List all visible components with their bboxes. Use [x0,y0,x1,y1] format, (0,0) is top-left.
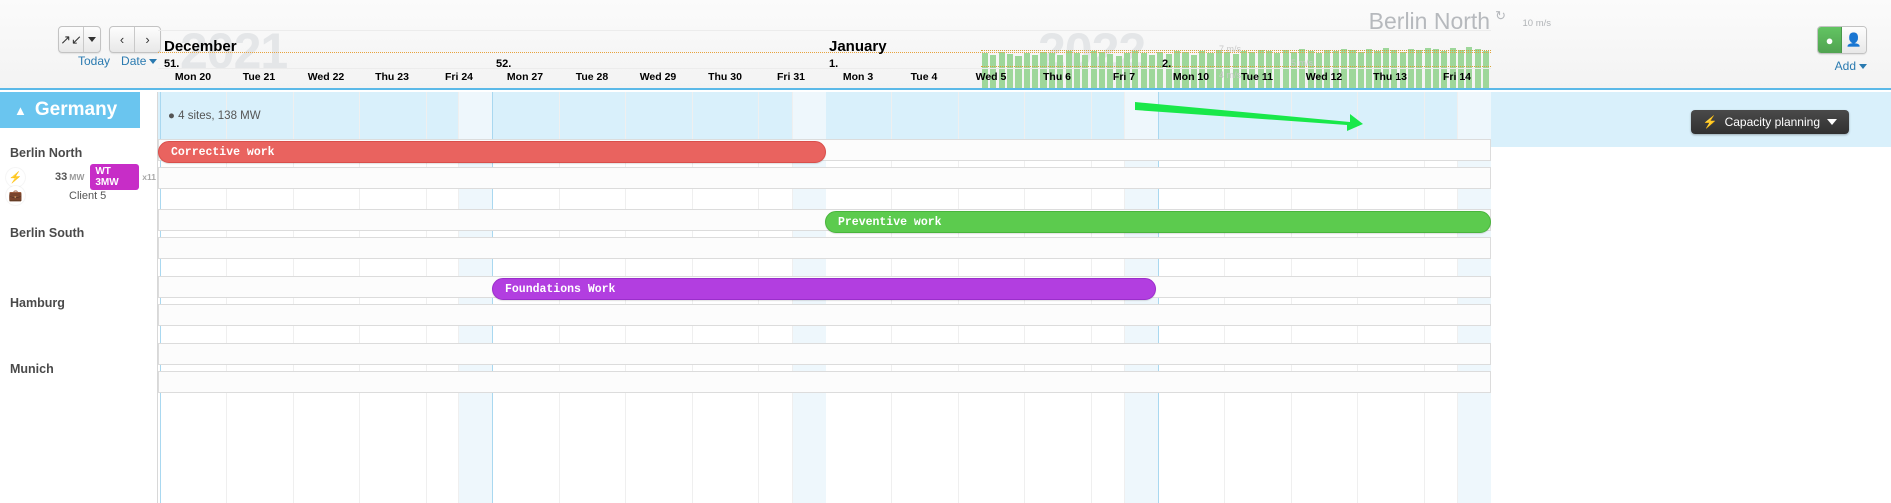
task-bar[interactable]: Corrective work [158,141,826,163]
task-lane[interactable] [158,371,1491,393]
page-title: Berlin North↻ [1369,8,1506,35]
site-name: Berlin South [10,226,84,240]
day-label: Thu 23 [359,71,425,83]
header-rule-2 [158,68,1491,69]
site-power-value: 33 [55,171,67,183]
wind-gridline-5 [981,66,1491,67]
day-label: Wed 5 [958,71,1024,83]
map-pin-icon: ● [168,110,175,122]
wind-scale-max-label: 10 m/s [1522,18,1551,29]
add-dropdown[interactable]: Add [1835,59,1867,73]
day-label: Tue 21 [226,71,292,83]
day-label: Thu 30 [692,71,758,83]
caret-down-icon [1827,119,1837,125]
day-label: Mon 27 [492,71,558,83]
country-header[interactable]: ▲ Germany [0,92,140,128]
day-label: Fri 24 [426,71,492,83]
navigation-button-group: ↗↙ ‹ › [58,26,161,53]
sidebar: ▲ Germany Berlin North⚡33MWWT 3MWx11💼Cli… [0,92,158,503]
home-icon: ▲ [14,103,27,118]
header-rule [158,30,1491,31]
wind-label-5: 5 m/s [1291,58,1313,68]
prev-next-group[interactable]: ‹ › [109,26,161,53]
person-icon[interactable]: 👤 [1842,27,1866,53]
day-label: Fri 31 [758,71,824,83]
wind-label-4: 4 m/s [1219,70,1241,80]
header-rule-dotted [158,52,1491,53]
month-label: January [829,38,887,55]
site-name: Berlin North [10,146,82,160]
zoom-fit-group[interactable]: ↗↙ [58,26,101,53]
today-button[interactable]: Today [78,54,110,68]
expand-arrows-icon[interactable]: ↗↙ [59,27,84,52]
country-name: Germany [35,99,117,121]
next-button[interactable]: › [135,27,160,52]
expand-caret-button[interactable] [84,27,100,52]
month-label: December [164,38,237,55]
day-label: Tue 28 [559,71,625,83]
day-label: Thu 6 [1024,71,1090,83]
task-lane[interactable] [158,237,1491,259]
task-bar[interactable]: Preventive work [825,211,1491,233]
site-name: Munich [10,362,54,376]
day-label: Wed 12 [1291,71,1357,83]
task-lane[interactable] [158,343,1491,365]
sidebar-item-berlin-south[interactable]: Berlin South [0,218,158,288]
bolt-icon: ⚡ [6,168,25,187]
site-client-row: 💼 Client 5 [6,186,156,205]
sidebar-item-berlin-north[interactable]: Berlin North⚡33MWWT 3MWx11💼Client 5 [0,138,158,208]
task-lane[interactable] [158,167,1491,189]
date-controls: Today Date [78,54,157,68]
day-label: Wed 22 [293,71,359,83]
grid-right-filler [1491,92,1891,503]
caret-down-icon [1859,64,1867,69]
day-label: Mon 10 [1158,71,1224,83]
timeline-header: 2021 2022 7 m/s 5 m/s 4 m/s DecemberJanu… [158,0,1491,88]
turbine-count: x11 [142,172,156,182]
day-label: Thu 13 [1357,71,1423,83]
day-label: Fri 14 [1424,71,1490,83]
day-label: Mon 3 [825,71,891,83]
bolt-icon: ⚡ [1703,115,1718,129]
day-label: Tue 4 [891,71,957,83]
site-name: Hamburg [10,296,65,310]
top-toolbar: ↗↙ ‹ › Today Date 2021 2022 [0,0,1891,90]
day-label: Wed 29 [625,71,691,83]
week-number-label: 2. [1162,58,1171,70]
caret-down-icon [149,59,157,64]
week-number-label: 1. [829,58,838,70]
week-number-label: 52. [496,58,511,70]
caret-down-icon [88,37,96,42]
client-name: Client 5 [69,190,106,202]
capacity-planning-button[interactable]: ⚡ Capacity planning [1691,110,1849,134]
date-dropdown[interactable]: Date [121,54,157,68]
day-label: Fri 7 [1091,71,1157,83]
briefcase-icon: 💼 [6,186,25,205]
site-power-unit: MW [69,172,84,182]
wind-label-7: 7 m/s [1219,44,1241,54]
site-summary: ● 4 sites, 138 MW [168,110,261,122]
task-bar[interactable]: Foundations Work [492,278,1156,300]
week-number-label: 51. [164,58,179,70]
capacity-planning-gantt-app: ↗↙ ‹ › Today Date 2021 2022 [0,0,1891,503]
prev-button[interactable]: ‹ [110,27,135,52]
view-toggle-group: ● 👤 [1817,26,1867,54]
sidebar-item-hamburg[interactable]: Hamburg [0,288,158,358]
day-label: Mon 20 [160,71,226,83]
task-lane[interactable] [158,304,1491,326]
green-arrow-pointer [1135,98,1365,133]
refresh-icon[interactable]: ↻ [1495,8,1506,23]
sidebar-item-munich[interactable]: Munich [0,354,158,424]
capacity-planning-label: Capacity planning [1725,115,1820,129]
timeline-grid: Corrective work Preventive work Foundation… [158,92,1491,503]
map-pin-icon[interactable]: ● [1818,27,1842,53]
